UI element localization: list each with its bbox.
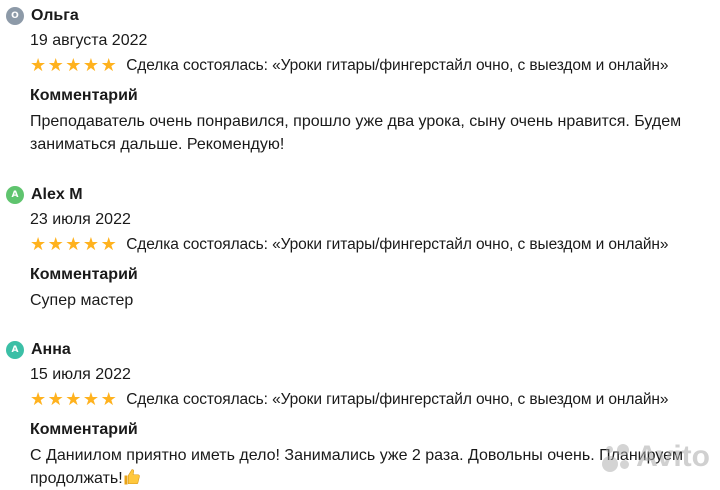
review-date: 15 июля 2022 bbox=[30, 366, 131, 383]
avatar[interactable]: А bbox=[6, 341, 24, 359]
comment-title: Комментарий bbox=[30, 87, 138, 104]
review-date: 23 июля 2022 bbox=[30, 211, 131, 228]
star-icon: ★ bbox=[47, 389, 64, 410]
star-icon: ★ bbox=[65, 389, 82, 410]
deal-text: Сделка состоялась: «Уроки гитары/фингерс… bbox=[126, 391, 669, 408]
deal-text: Сделка состоялась: «Уроки гитары/фингерс… bbox=[126, 57, 669, 74]
deal-line: ★ ★ ★ ★ ★ Сделка состоялась: «Уроки гита… bbox=[30, 389, 720, 411]
review-date: 19 августа 2022 bbox=[30, 32, 148, 49]
deal-line: ★ ★ ★ ★ ★ Сделка состоялась: «Уроки гита… bbox=[30, 55, 720, 77]
comment-title: Комментарий bbox=[30, 421, 138, 438]
star-icon: ★ bbox=[100, 55, 117, 76]
star-icon: ★ bbox=[100, 389, 117, 410]
review-header: А Анна bbox=[0, 338, 720, 362]
star-icon: ★ bbox=[30, 55, 47, 76]
comment-text: Преподаватель очень понравился, прошло у… bbox=[30, 113, 682, 153]
star-icon: ★ bbox=[47, 55, 64, 76]
avatar[interactable]: О bbox=[6, 7, 24, 25]
review-header: A Alex M bbox=[0, 183, 720, 207]
star-icon: ★ bbox=[100, 234, 117, 255]
comment-title: Комментарий bbox=[30, 266, 138, 283]
reviewer-name[interactable]: Ольга bbox=[31, 7, 79, 25]
reviewer-name[interactable]: Анна bbox=[31, 341, 71, 359]
deal-text: Сделка состоялась: «Уроки гитары/фингерс… bbox=[126, 236, 669, 253]
avito-watermark: Avito bbox=[602, 440, 710, 474]
review-item: A Alex M 23 июля 2022 ★ ★ ★ ★ ★ Сделка с… bbox=[0, 183, 720, 312]
rating-stars: ★ ★ ★ ★ ★ bbox=[30, 57, 118, 75]
star-icon: ★ bbox=[82, 234, 100, 255]
review-header: О Ольга bbox=[0, 4, 720, 28]
watermark-text: Avito bbox=[636, 440, 710, 473]
comment-text: Супер мастер bbox=[30, 292, 134, 309]
reviewer-name[interactable]: Alex M bbox=[31, 186, 83, 204]
star-icon: ★ bbox=[65, 234, 82, 255]
avatar[interactable]: A bbox=[6, 186, 24, 204]
star-icon: ★ bbox=[47, 234, 64, 255]
star-icon: ★ bbox=[82, 389, 100, 410]
rating-stars: ★ ★ ★ ★ ★ bbox=[30, 236, 118, 254]
star-icon: ★ bbox=[65, 55, 82, 76]
review-item: О Ольга 19 августа 2022 ★ ★ ★ ★ ★ Сделка… bbox=[0, 4, 720, 156]
rating-stars: ★ ★ ★ ★ ★ bbox=[30, 391, 118, 409]
star-icon: ★ bbox=[30, 234, 47, 255]
star-icon: ★ bbox=[30, 389, 47, 410]
star-icon: ★ bbox=[82, 55, 100, 76]
deal-line: ★ ★ ★ ★ ★ Сделка состоялась: «Уроки гита… bbox=[30, 234, 720, 256]
avito-logo-icon bbox=[602, 442, 632, 472]
thumbs-up-icon bbox=[124, 469, 140, 485]
